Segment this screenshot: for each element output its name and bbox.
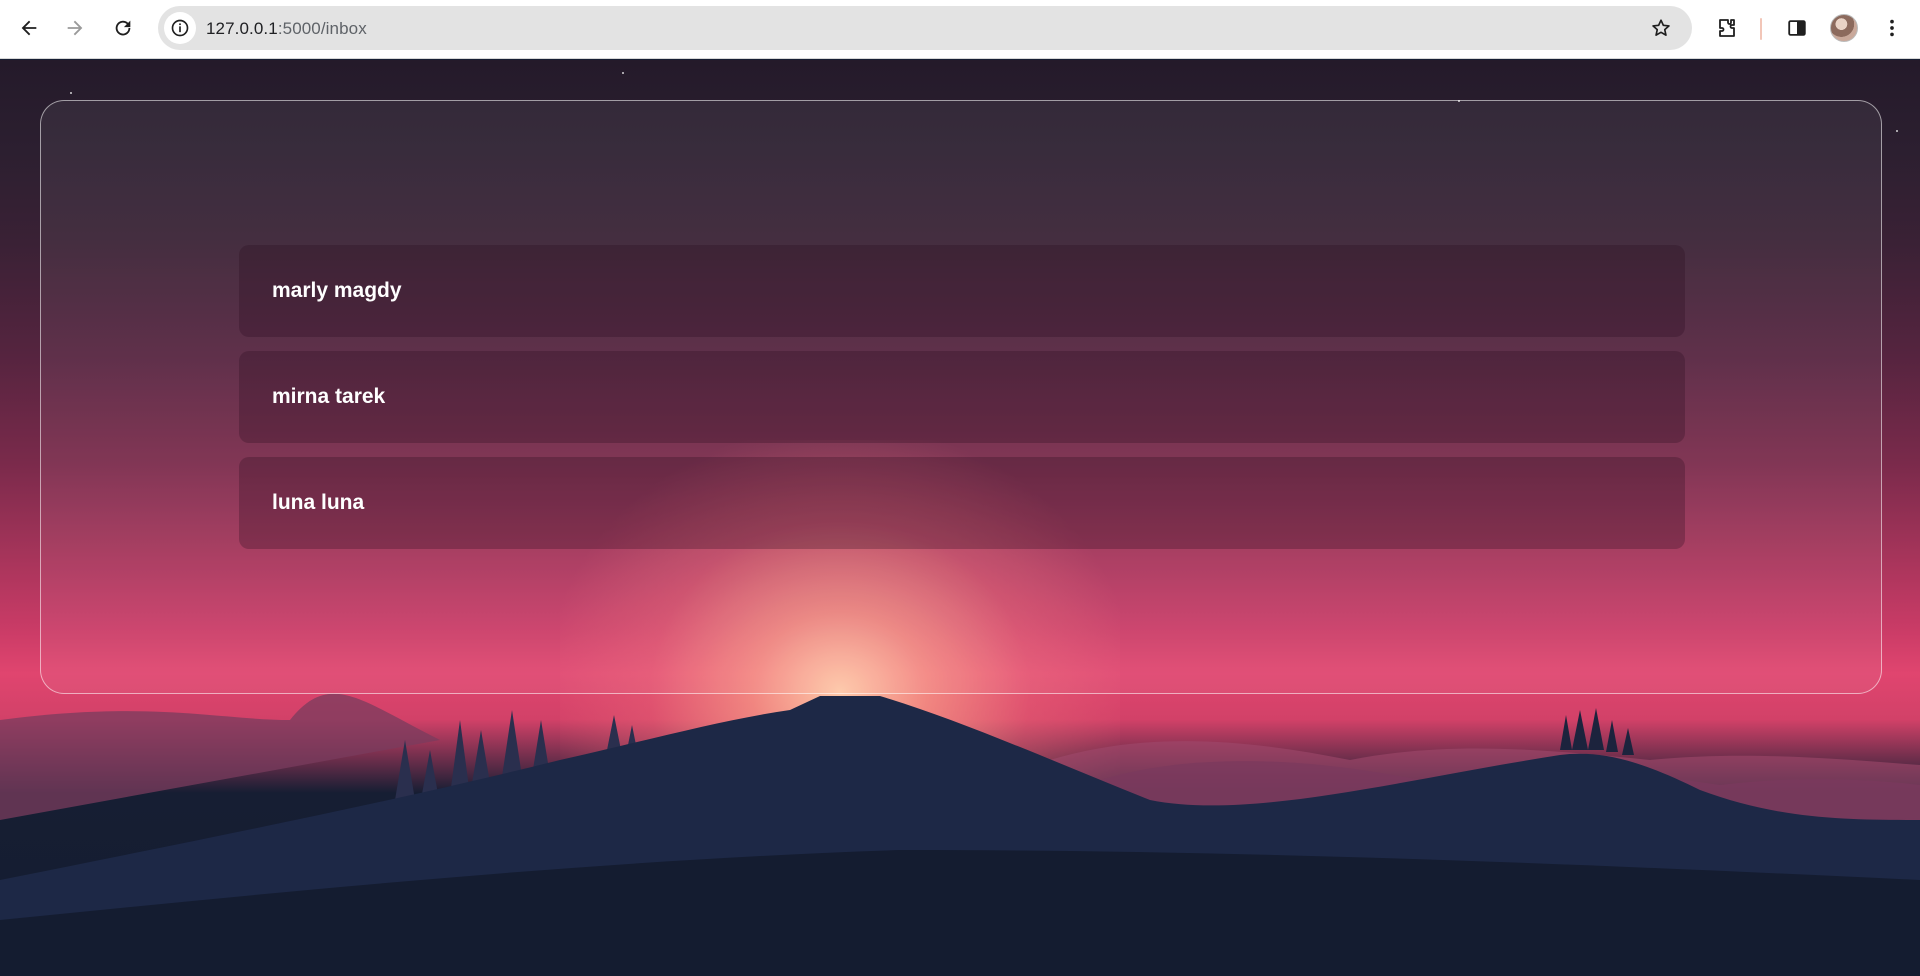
conversation-item[interactable]: mirna tarek bbox=[239, 351, 1685, 443]
site-info-button[interactable] bbox=[164, 12, 196, 44]
profile-avatar[interactable] bbox=[1830, 14, 1858, 42]
bookmark-button[interactable] bbox=[1648, 15, 1674, 41]
conversation-name: marly magdy bbox=[272, 279, 402, 302]
site-info-icon bbox=[171, 19, 189, 37]
reload-icon bbox=[115, 20, 131, 36]
sunset-background: marly magdy mirna tarek luna luna bbox=[0, 60, 1920, 976]
conversation-list: marly magdy mirna tarek luna luna bbox=[239, 245, 1685, 563]
forward-button[interactable] bbox=[57, 10, 93, 46]
back-arrow-icon bbox=[21, 20, 37, 36]
url-host: 127.0.0.1 bbox=[206, 19, 278, 38]
conversation-item[interactable]: luna luna bbox=[239, 457, 1685, 549]
conversation-name: luna luna bbox=[272, 491, 365, 514]
conversation-name: mirna tarek bbox=[272, 385, 386, 408]
extensions-icon bbox=[1719, 19, 1735, 37]
url-text[interactable]: 127.0.0.1:5000/inbox bbox=[206, 19, 367, 39]
more-menu-icon bbox=[1890, 19, 1894, 37]
forward-arrow-icon bbox=[67, 20, 83, 36]
reload-button[interactable] bbox=[105, 10, 141, 46]
conversation-item[interactable]: marly magdy bbox=[239, 245, 1685, 337]
extensions-button[interactable] bbox=[1711, 12, 1743, 44]
url-path: :5000/inbox bbox=[277, 19, 367, 38]
more-menu-button[interactable] bbox=[1876, 12, 1908, 44]
address-bar[interactable]: 127.0.0.1:5000/inbox bbox=[158, 6, 1692, 50]
inbox-panel: marly magdy mirna tarek luna luna bbox=[40, 100, 1882, 694]
toolbar-divider bbox=[1760, 18, 1762, 40]
browser-toolbar: 127.0.0.1:5000/inbox bbox=[0, 0, 1920, 59]
side-panel-button[interactable] bbox=[1781, 12, 1813, 44]
side-panel-icon bbox=[1788, 20, 1806, 36]
bookmark-star-icon bbox=[1652, 19, 1670, 36]
back-button[interactable] bbox=[11, 10, 47, 46]
